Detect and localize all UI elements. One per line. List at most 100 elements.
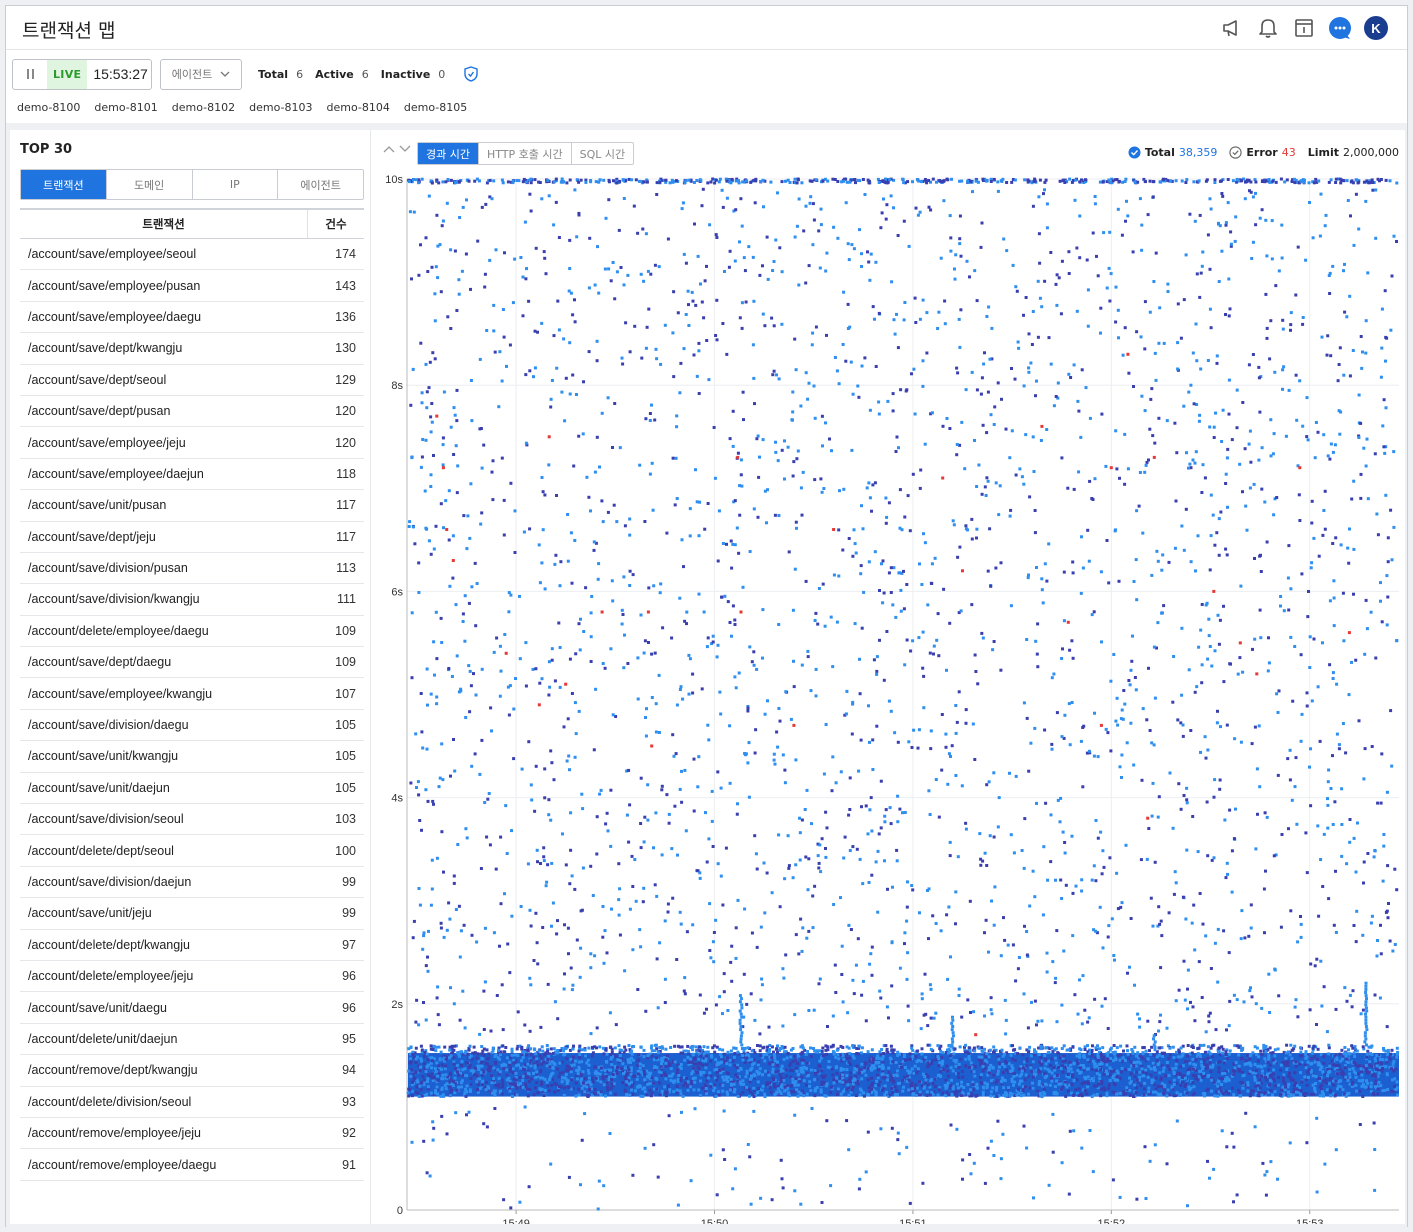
transaction-point (1283, 1082, 1287, 1086)
transaction-point (992, 1050, 996, 1054)
table-row[interactable]: /account/delete/employee/daegu 109 (20, 616, 364, 648)
transaction-point (806, 655, 810, 659)
transaction-point (489, 1029, 493, 1033)
transaction-point (1163, 1088, 1167, 1092)
transaction-point (1298, 1062, 1302, 1066)
chevron-up-icon[interactable] (383, 145, 395, 156)
legend-error[interactable]: Error 43 (1229, 146, 1296, 159)
chat-icon[interactable] (1327, 15, 1353, 41)
tab-http-call-time[interactable]: HTTP 호출 시간 (479, 143, 572, 164)
megaphone-icon[interactable] (1219, 15, 1245, 41)
tab-sql-time[interactable]: SQL 시간 (572, 143, 634, 164)
table-row[interactable]: /account/save/dept/jeju 117 (20, 522, 364, 553)
transaction-point (1234, 215, 1238, 219)
transaction-point (673, 1044, 677, 1048)
table-row[interactable]: /account/save/dept/daegu 109 (20, 647, 364, 679)
table-row[interactable]: /account/save/dept/pusan 120 (20, 396, 364, 428)
column-header-count[interactable]: 건수 (308, 210, 364, 238)
table-row[interactable]: /account/delete/dept/seoul 100 (20, 835, 364, 867)
agent-item[interactable]: demo-8100 (17, 101, 80, 114)
transaction-point (934, 1058, 938, 1062)
shield-icon[interactable] (463, 66, 479, 82)
transaction-point (1320, 1004, 1324, 1008)
table-row[interactable]: /account/save/employee/seoul 174 (20, 239, 364, 271)
transaction-point (1001, 1063, 1005, 1066)
table-row[interactable]: /account/save/unit/kwangju 105 (20, 741, 364, 773)
transaction-point (814, 1050, 818, 1054)
legend-total-value: 38,359 (1178, 146, 1218, 159)
transaction-point (866, 250, 869, 254)
agent-item[interactable]: demo-8104 (327, 101, 390, 114)
transaction-point (577, 1087, 581, 1091)
tab-ip[interactable]: IP (193, 170, 279, 199)
table-row[interactable]: /account/save/dept/seoul 129 (20, 365, 364, 396)
table-row[interactable]: /account/remove/dept/kwangju 94 (20, 1055, 364, 1087)
table-row[interactable]: /account/save/unit/daegu 96 (20, 992, 364, 1024)
transaction-point (1289, 1093, 1293, 1097)
agent-select[interactable]: 에이전트 (160, 58, 242, 90)
tab-transaction[interactable]: 트랜잭션 (21, 170, 107, 199)
table-row[interactable]: /account/save/unit/pusan 117 (20, 490, 364, 522)
table-row[interactable]: /account/delete/employee/jeju 96 (20, 961, 364, 993)
table-row[interactable]: /account/save/unit/daejun 105 (20, 773, 364, 805)
transaction-point (424, 788, 428, 792)
column-header-transaction[interactable]: 트랜잭션 (20, 210, 308, 238)
transaction-point (829, 1091, 833, 1095)
agent-item[interactable]: demo-8101 (94, 101, 157, 114)
agent-item[interactable]: demo-8103 (249, 101, 312, 114)
table-row[interactable]: /account/remove/employee/jeju 92 (20, 1118, 364, 1150)
table-row[interactable]: /account/save/employee/jeju 120 (20, 427, 364, 459)
transaction-point (1377, 1071, 1381, 1075)
tab-agent[interactable]: 에이전트 (278, 170, 363, 199)
transaction-point (1209, 1070, 1213, 1073)
transaction-point (1141, 1070, 1145, 1074)
transaction-scatter-chart[interactable]: 02s4s6s8s10s15:49 15:50 15:51 15:52 15:53 (371, 170, 1406, 1224)
transaction-point (1123, 702, 1127, 706)
transaction-point (1389, 709, 1393, 713)
table-row[interactable]: /account/save/division/kwangju 111 (20, 584, 364, 616)
transaction-point (829, 615, 833, 619)
chevron-down-icon[interactable] (399, 145, 411, 156)
agent-item[interactable]: demo-8105 (404, 101, 467, 114)
table-row[interactable]: /account/remove/employee/daegu 91 (20, 1149, 364, 1181)
transaction-point (751, 255, 755, 259)
table-row[interactable]: /account/save/unit/jeju 99 (20, 898, 364, 930)
transaction-name: /account/delete/division/seoul (28, 1094, 192, 1109)
tab-elapsed-time[interactable]: 경과 시간 (418, 143, 479, 164)
transaction-point (1217, 1050, 1221, 1054)
table-row[interactable]: /account/save/dept/kwangju 130 (20, 333, 364, 365)
table-row[interactable]: /account/save/employee/kwangju 107 (20, 678, 364, 710)
legend-total[interactable]: Total 38,359 (1128, 146, 1218, 159)
pause-button[interactable] (19, 63, 41, 85)
avatar[interactable]: K (1363, 15, 1389, 41)
table-row[interactable]: /account/delete/division/seoul 93 (20, 1087, 364, 1118)
transaction-point (937, 1057, 941, 1061)
window-icon[interactable] (1291, 15, 1317, 41)
table-row[interactable]: /account/save/employee/daegu 136 (20, 302, 364, 334)
table-row[interactable]: /account/save/division/seoul 103 (20, 804, 364, 836)
table-row[interactable]: /account/save/employee/pusan 143 (20, 270, 364, 302)
transaction-point (1337, 1084, 1341, 1088)
transaction-point (1270, 1073, 1274, 1077)
transaction-point (1391, 1078, 1394, 1082)
table-row[interactable]: /account/save/employee/daejun 118 (20, 459, 364, 491)
transaction-point (796, 178, 800, 182)
transaction-point (854, 181, 857, 185)
transaction-point (870, 973, 874, 977)
table-row[interactable]: /account/save/division/pusan 113 (20, 553, 364, 585)
table-row[interactable]: /account/delete/dept/kwangju 97 (20, 930, 364, 961)
transaction-point (1235, 1044, 1239, 1048)
transaction-point (1152, 645, 1156, 649)
table-row[interactable]: /account/save/division/daejun 99 (20, 867, 364, 899)
transaction-point (1055, 711, 1059, 715)
transaction-point (1111, 1050, 1115, 1054)
table-row[interactable]: /account/save/division/daegu 105 (20, 710, 364, 742)
transaction-point (800, 663, 804, 667)
table-row[interactable]: /account/delete/unit/daejun 95 (20, 1024, 364, 1056)
bell-icon[interactable] (1255, 15, 1281, 41)
transaction-point (1338, 1052, 1342, 1056)
transaction-point (709, 1059, 713, 1063)
agent-item[interactable]: demo-8102 (172, 101, 235, 114)
transaction-point (558, 1071, 562, 1075)
tab-domain[interactable]: 도메인 (107, 170, 193, 199)
